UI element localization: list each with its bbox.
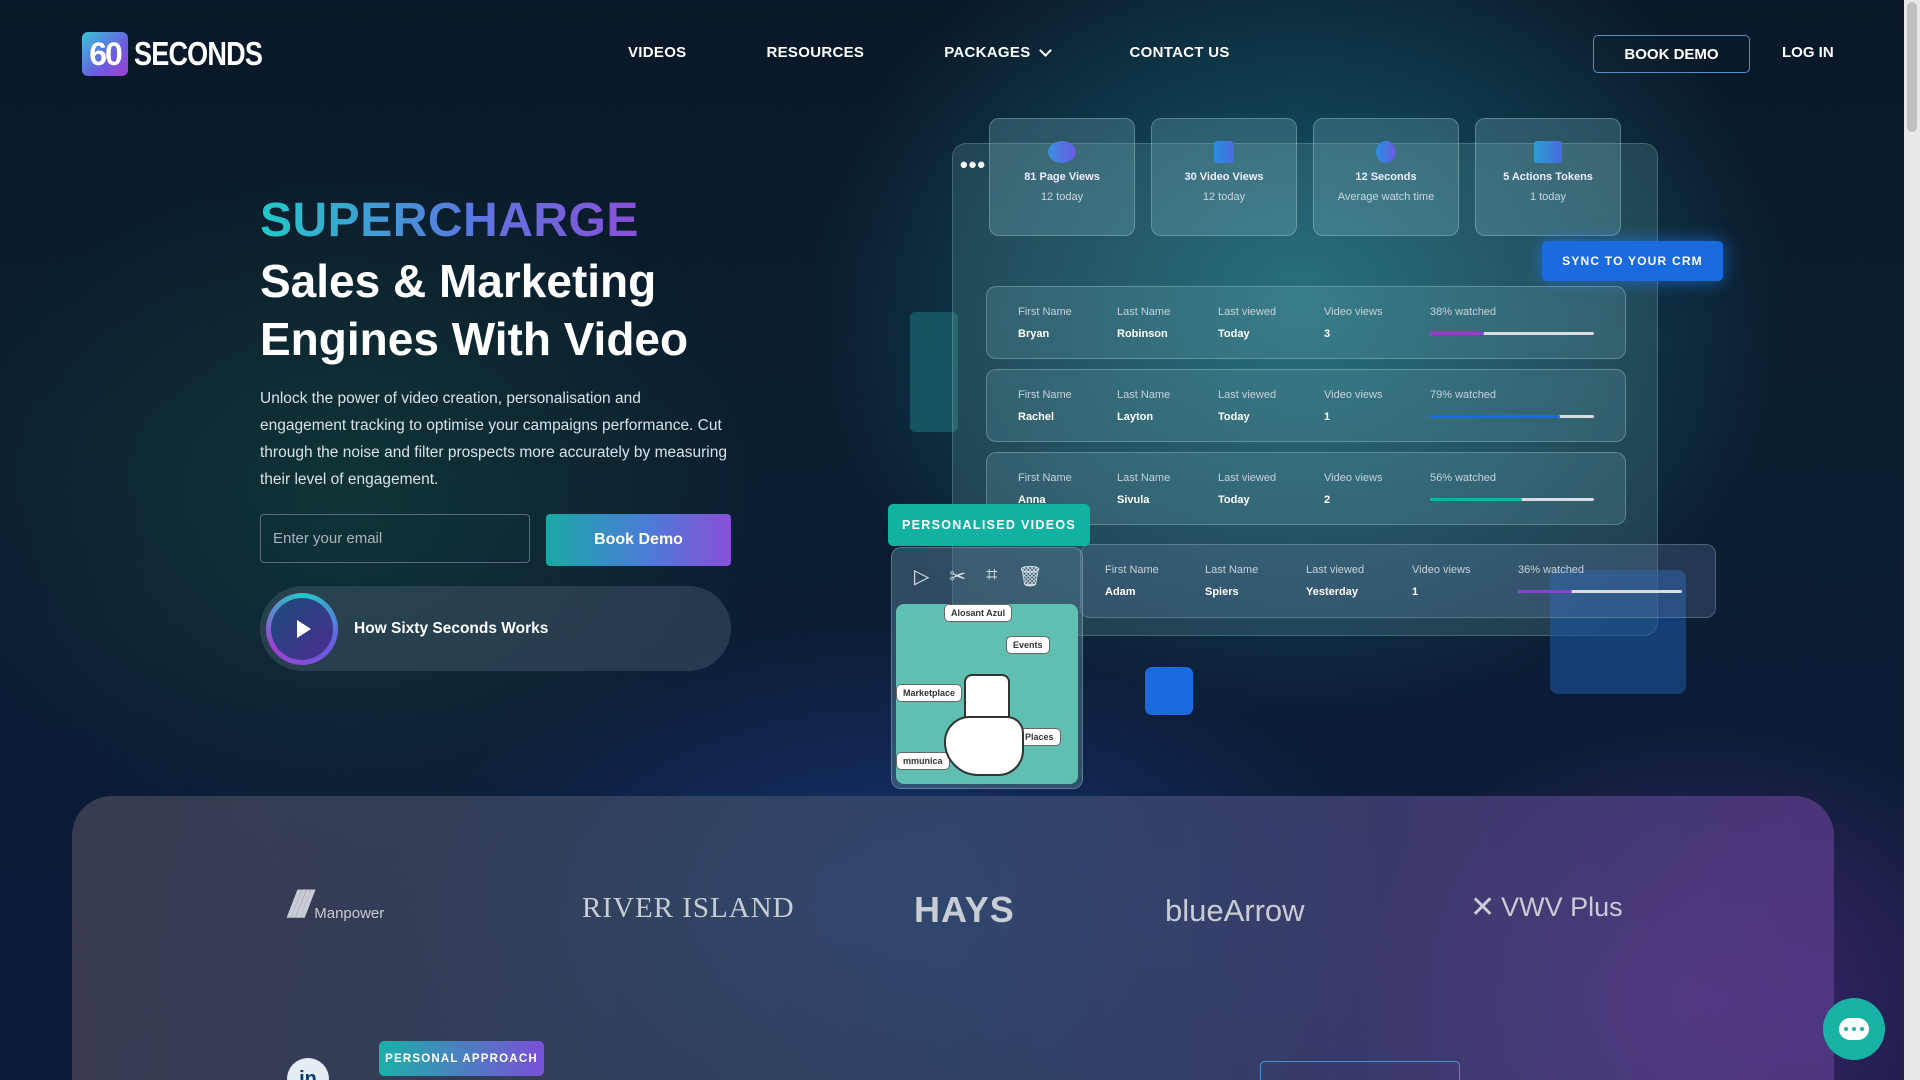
more-options-icon[interactable]: ••• xyxy=(960,152,986,178)
river-island-logo: RIVER ISLAND xyxy=(582,892,795,924)
flag-icon xyxy=(1534,141,1562,163)
nav-packages[interactable]: PACKAGES xyxy=(944,44,1052,61)
hero-title: Sales & Marketing Engines With Video xyxy=(260,255,689,365)
crop-icon[interactable]: ⌗ xyxy=(986,564,997,589)
stat-watch-time: 12 Seconds Average watch time xyxy=(1313,118,1459,236)
watch-progress-bar xyxy=(1518,590,1682,593)
trash-icon[interactable]: 🗑 xyxy=(1017,564,1042,589)
table-row[interactable]: First Name Rachel Last Name Layton Last view… xyxy=(986,369,1626,442)
logo-word: SECONDS xyxy=(134,35,263,72)
watch-progress-bar xyxy=(1430,415,1594,418)
vwv-plus-logo: ✕ VWV Plus xyxy=(1470,891,1623,924)
stat-page-views: 81 Page Views 12 today xyxy=(989,118,1135,236)
video-editor-card: ▷ ✂ ⌗ 🗑 Alosant Azul Events Marketplace … xyxy=(891,547,1083,789)
book-demo-button[interactable]: BOOK DEMO xyxy=(1593,35,1750,73)
hand-illustration xyxy=(944,716,1024,776)
scrollbar-thumb[interactable] xyxy=(1907,2,1917,132)
chevron-down-icon xyxy=(1038,44,1052,57)
eye-icon xyxy=(1048,141,1076,163)
nav-resources[interactable]: RESOURCES xyxy=(766,44,864,61)
watch-progress-bar xyxy=(1430,332,1594,335)
chat-icon xyxy=(1839,1018,1869,1040)
login-link[interactable]: LOG IN xyxy=(1782,44,1834,61)
hero-copy: Unlock the power of video creation, pers… xyxy=(260,390,727,488)
decor-blue-square xyxy=(1145,667,1193,715)
main-nav: VIDEOS RESOURCES PACKAGES CONTACT US xyxy=(628,44,1230,61)
clock-icon xyxy=(1376,141,1396,163)
manpower-logo: ////Manpower xyxy=(288,884,385,926)
chat-button[interactable] xyxy=(1823,998,1885,1060)
scissors-icon[interactable]: ✂ xyxy=(949,564,966,589)
how-it-works-label: How Sixty Seconds Works xyxy=(354,619,549,637)
play-icon xyxy=(297,619,311,638)
client-logos-panel xyxy=(72,796,1834,1080)
watch-progress-bar xyxy=(1430,498,1594,501)
personalised-videos-badge: PERSONALISED VIDEOS xyxy=(888,504,1090,546)
stat-video-views: 30 Video Views 12 today xyxy=(1151,118,1297,236)
hays-logo: HAYS xyxy=(914,889,1015,930)
logo-mark: 60 xyxy=(82,32,128,76)
play-icon[interactable]: ▷ xyxy=(914,564,929,589)
bluearrow-logo: blueArrow xyxy=(1165,893,1305,928)
hero-kicker: SUPERCHARGE xyxy=(260,194,639,247)
nav-videos[interactable]: VIDEOS xyxy=(628,44,686,61)
outline-button[interactable] xyxy=(1260,1061,1460,1080)
hero-book-demo-button[interactable]: Book Demo xyxy=(546,514,731,566)
nav-contact[interactable]: CONTACT US xyxy=(1130,44,1230,61)
personal-approach-badge: PERSONAL APPROACH xyxy=(379,1041,544,1076)
email-input[interactable] xyxy=(260,514,530,563)
video-thumbnail[interactable]: Alosant Azul Events Marketplace Places m… xyxy=(896,604,1078,784)
play-button[interactable] xyxy=(266,592,338,665)
play-icon xyxy=(1214,141,1234,163)
sync-crm-button[interactable]: SYNC TO YOUR CRM xyxy=(1542,241,1723,281)
how-it-works-button[interactable]: How Sixty Seconds Works xyxy=(260,586,731,671)
table-row[interactable]: First Name Adam Last Name Spiers Last view… xyxy=(1080,544,1716,618)
site-logo[interactable]: 60 SECONDS xyxy=(82,32,290,76)
decor-panel xyxy=(910,312,958,432)
stat-action-tokens: 5 Actions Tokens 1 today xyxy=(1475,118,1621,236)
table-row[interactable]: First Name Bryan Last Name Robinson Last vie… xyxy=(986,286,1626,359)
page-scrollbar[interactable] xyxy=(1904,0,1920,1080)
